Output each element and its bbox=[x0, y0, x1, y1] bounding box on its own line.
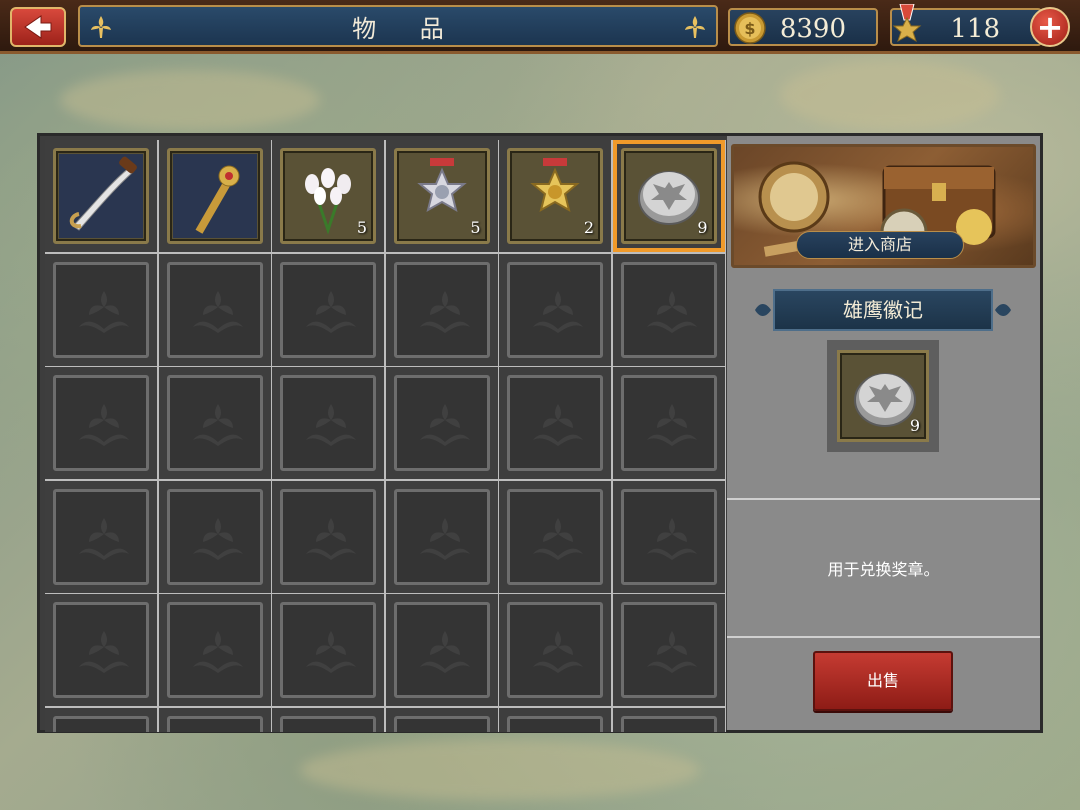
inventory-slot-empty[interactable] bbox=[612, 594, 725, 706]
ornament-icon bbox=[755, 303, 771, 317]
inventory-slot-empty[interactable] bbox=[499, 480, 611, 593]
inventory-slot-empty[interactable] bbox=[158, 594, 271, 706]
saber-icon bbox=[59, 154, 143, 238]
inventory-slot-tulips[interactable]: 5 bbox=[272, 140, 384, 252]
inventory-slot-silver-medal[interactable]: 5 bbox=[385, 140, 498, 252]
divider bbox=[727, 498, 1040, 500]
fleur-de-lis-icon bbox=[192, 517, 243, 560]
fleur-de-lis-icon bbox=[79, 631, 129, 673]
item-count: 5 bbox=[470, 218, 481, 237]
item-count: 2 bbox=[583, 218, 594, 237]
svg-text:$: $ bbox=[744, 19, 755, 38]
selected-item-slot: 9 bbox=[827, 340, 939, 452]
inventory-slot-empty[interactable] bbox=[272, 707, 384, 732]
fleur-de-lis-icon bbox=[646, 290, 697, 333]
fleur-de-lis-icon bbox=[533, 631, 583, 673]
medal-icon bbox=[892, 4, 922, 43]
inventory-slot-empty[interactable] bbox=[45, 253, 157, 366]
inventory-slot-gold-medal[interactable]: 2 bbox=[499, 140, 611, 252]
fleur-de-lis-icon bbox=[533, 517, 583, 560]
add-medals-button[interactable]: + bbox=[1030, 7, 1070, 47]
inventory-slot-empty[interactable] bbox=[499, 367, 611, 479]
inventory-slot-empty[interactable] bbox=[385, 594, 498, 706]
inventory-slot-empty[interactable] bbox=[385, 707, 498, 732]
fleur-de-lis-icon bbox=[533, 404, 583, 446]
inventory-slot-empty[interactable] bbox=[385, 480, 498, 593]
inventory-grid: 5 5 2 9 bbox=[45, 140, 726, 732]
inventory-slot-empty[interactable] bbox=[612, 367, 725, 479]
inventory-slot-scepter[interactable] bbox=[158, 140, 271, 252]
gold-coin-icon: $ bbox=[734, 12, 766, 44]
inventory-slot-empty[interactable] bbox=[158, 367, 271, 479]
map-background bbox=[300, 740, 700, 800]
fleur-de-lis-icon bbox=[192, 631, 243, 673]
title-bar: 物 品 bbox=[78, 5, 718, 47]
inventory-slot-empty[interactable] bbox=[272, 253, 384, 366]
map-background bbox=[780, 60, 1000, 130]
fleur-de-lis-icon bbox=[192, 404, 243, 446]
item-count: 5 bbox=[356, 218, 367, 237]
inventory-slot-empty[interactable] bbox=[499, 253, 611, 366]
inventory-slot-empty[interactable] bbox=[499, 594, 611, 706]
fleur-de-lis-icon bbox=[91, 16, 111, 38]
inventory-slot-empty[interactable] bbox=[612, 253, 725, 366]
inventory-slot-empty[interactable] bbox=[158, 480, 271, 593]
inventory-slot-empty[interactable] bbox=[158, 707, 271, 732]
inventory-slot-empty[interactable] bbox=[45, 594, 157, 706]
inventory-panel: 5 5 2 9 进入商店 雄鹰徽记 9 用于兑换奖章。 出售 bbox=[37, 133, 1043, 733]
item-name: 雄鹰徽记 bbox=[773, 289, 993, 331]
fleur-de-lis-icon bbox=[79, 290, 129, 333]
inventory-slot-empty[interactable] bbox=[612, 707, 725, 732]
page-title: 物 品 bbox=[352, 14, 462, 43]
top-bar: 物 品 $ 8390 118 + bbox=[0, 0, 1080, 54]
fleur-de-lis-icon bbox=[646, 404, 697, 446]
item-description: 用于兑换奖章。 bbox=[827, 560, 940, 579]
inventory-slot-empty[interactable] bbox=[612, 480, 725, 593]
inventory-slot-empty[interactable] bbox=[499, 707, 611, 732]
enter-shop-label[interactable]: 进入商店 bbox=[796, 231, 964, 259]
sell-button[interactable]: 出售 bbox=[813, 651, 953, 711]
inventory-slot-empty[interactable] bbox=[385, 253, 498, 366]
gold-counter: $ 8390 bbox=[728, 8, 878, 46]
fleur-de-lis-icon bbox=[646, 631, 697, 673]
back-arrow-icon bbox=[24, 15, 52, 39]
map-background bbox=[60, 70, 320, 130]
inventory-slot-empty[interactable] bbox=[45, 707, 157, 732]
fleur-de-lis-icon bbox=[79, 404, 129, 446]
fleur-de-lis-icon bbox=[306, 404, 356, 446]
scepter-icon bbox=[172, 154, 257, 238]
fleur-de-lis-icon bbox=[419, 404, 470, 446]
inventory-slot-saber[interactable] bbox=[45, 140, 157, 252]
fleur-de-lis-icon bbox=[419, 631, 470, 673]
inventory-slot-eagle-badge[interactable]: 9 bbox=[612, 140, 725, 252]
fleur-de-lis-icon bbox=[79, 517, 129, 560]
fleur-de-lis-icon bbox=[306, 290, 356, 333]
fleur-de-lis-icon bbox=[646, 517, 697, 560]
medal-counter: 118 bbox=[890, 4, 1042, 46]
fleur-de-lis-icon bbox=[533, 290, 583, 333]
fleur-de-lis-icon bbox=[192, 290, 243, 333]
inventory-slot-empty[interactable] bbox=[45, 480, 157, 593]
fleur-de-lis-icon bbox=[419, 517, 470, 560]
fleur-de-lis-icon bbox=[685, 16, 705, 38]
inventory-slot-empty[interactable] bbox=[272, 367, 384, 479]
inventory-slot-empty[interactable] bbox=[272, 480, 384, 593]
ornament-icon bbox=[995, 303, 1011, 317]
fleur-de-lis-icon bbox=[306, 517, 356, 560]
item-count: 9 bbox=[909, 416, 920, 435]
inventory-slot-empty[interactable] bbox=[45, 367, 157, 479]
medal-value: 118 bbox=[950, 14, 1000, 44]
fleur-de-lis-icon bbox=[306, 631, 356, 673]
inventory-slot-empty[interactable] bbox=[385, 367, 498, 479]
shop-banner[interactable]: 进入商店 bbox=[731, 144, 1036, 268]
inventory-slot-empty[interactable] bbox=[158, 253, 271, 366]
fleur-de-lis-icon bbox=[419, 290, 470, 333]
inventory-slot-empty[interactable] bbox=[272, 594, 384, 706]
gold-value: 8390 bbox=[779, 14, 846, 44]
item-detail-panel: 进入商店 雄鹰徽记 9 用于兑换奖章。 出售 bbox=[727, 136, 1040, 730]
back-button[interactable] bbox=[10, 7, 66, 47]
item-count: 9 bbox=[697, 218, 708, 237]
divider bbox=[727, 636, 1040, 638]
